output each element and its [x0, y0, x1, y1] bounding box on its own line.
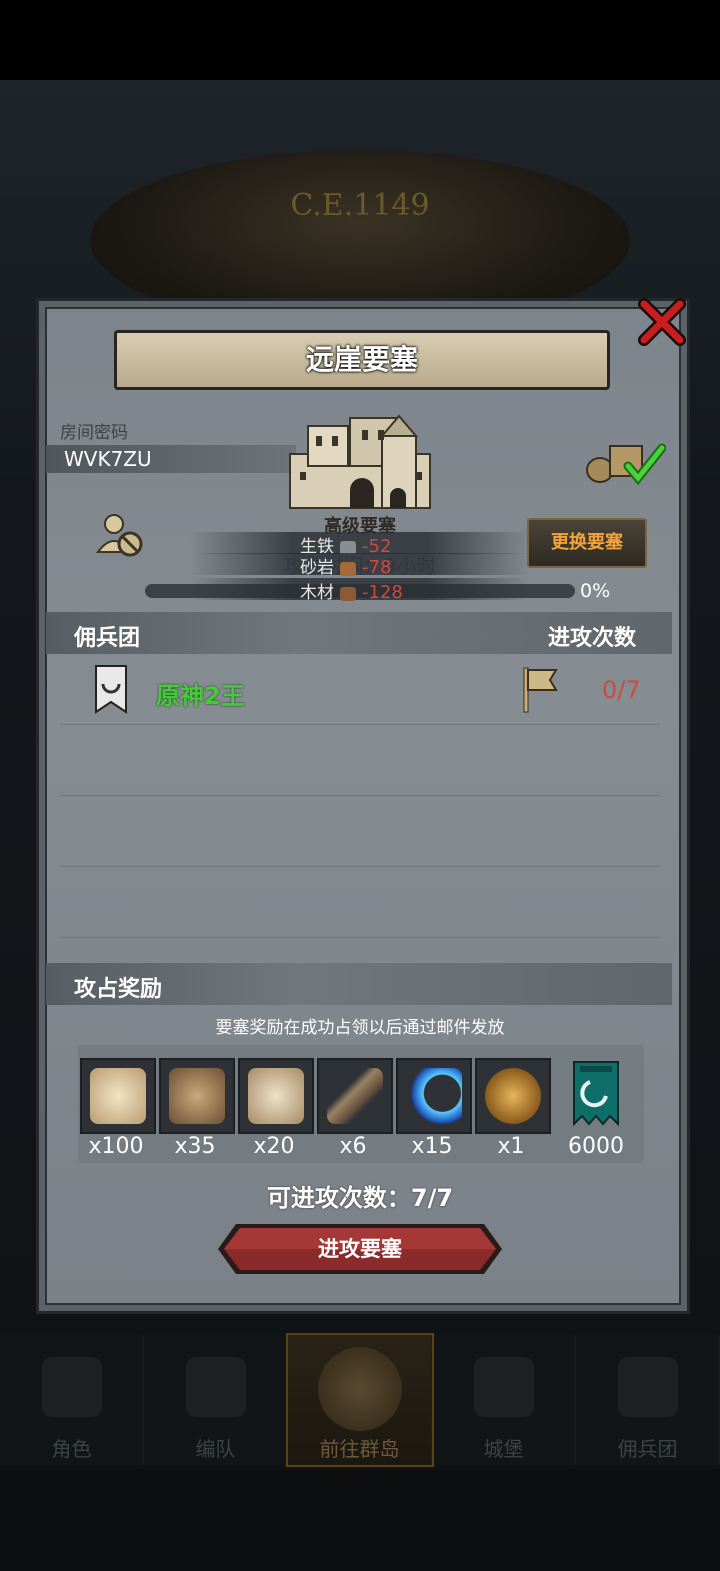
attack-count-label: 进攻次数 [548, 626, 637, 651]
teal-banner-icon [573, 1061, 619, 1127]
knight-icon [41, 1357, 102, 1417]
guild-name[interactable]: 原神2王 [156, 676, 245, 711]
cost-value: -78 [362, 557, 392, 578]
fur-pelt-icon [90, 1068, 146, 1124]
bottom-strip [0, 1470, 720, 1571]
reward-qty: x20 [253, 1134, 295, 1159]
sandstone-icon [340, 561, 356, 576]
status-bar-area [0, 0, 720, 80]
progress-percent: 0% [580, 580, 611, 602]
change-fortress-button[interactable]: 更换要塞 [527, 518, 647, 568]
reward-qty: x6 [339, 1134, 367, 1159]
castle-icon [473, 1357, 534, 1417]
close-x-icon [638, 298, 686, 346]
close-button[interactable] [636, 296, 688, 348]
shell-icon [248, 1068, 304, 1124]
nav-label: 角色 [51, 1437, 92, 1461]
mercenary-icon [617, 1357, 678, 1417]
nav-label: 佣兵团 [617, 1437, 678, 1461]
nav-item-role[interactable]: 角色 [0, 1335, 144, 1465]
attack-fortress-label[interactable]: 进攻要塞 [216, 1222, 504, 1276]
cost-name: 木材 [300, 583, 334, 603]
reward-qty: x100 [88, 1134, 144, 1159]
bottom-nav: 角色 编队 前往群岛 城堡 佣兵团 [0, 1333, 720, 1467]
row-divider [60, 724, 660, 725]
reward-qty: 6000 [568, 1134, 624, 1159]
row-divider [60, 795, 660, 796]
reward-label: 攻占奖励 [74, 977, 163, 1002]
fortress-image [289, 414, 431, 509]
nav-item-mercenary[interactable]: 佣兵团 [576, 1335, 720, 1465]
compass-icon [317, 1347, 402, 1431]
reward-note: 要塞奖励在成功占领以后通过邮件发放 [215, 1018, 505, 1038]
reward-item[interactable] [80, 1058, 156, 1134]
reward-item[interactable] [475, 1058, 551, 1134]
gold-helmet-coin-icon [485, 1068, 541, 1124]
reward-qty: x35 [174, 1134, 216, 1159]
supply-bag-icon[interactable] [584, 436, 666, 486]
reward-qty: x1 [497, 1134, 525, 1159]
guild-attack-count: 0/7 [602, 676, 641, 704]
dialog-title: 远崖要塞 [114, 330, 610, 390]
cost-row: 木材 -128 [190, 578, 530, 603]
nav-item-formation[interactable]: 编队 [144, 1335, 288, 1465]
attack-attempts: 可进攻次数：7/7 [266, 1184, 454, 1212]
claw-icon [169, 1068, 225, 1124]
era-label: C.E.1149 [290, 188, 430, 223]
cost-value: -128 [362, 582, 403, 603]
room-password-label: 房间密码 [60, 423, 128, 443]
helmet-icon [185, 1357, 246, 1417]
guild-emblem-icon [95, 665, 127, 714]
row-divider [60, 937, 660, 938]
reward-item[interactable] [560, 1058, 632, 1130]
cost-row: 砂岩 -78 [190, 553, 530, 578]
reward-item[interactable] [317, 1058, 393, 1134]
reward-item[interactable] [396, 1058, 472, 1134]
mercenary-label: 佣兵团 [74, 626, 141, 651]
wood-icon [340, 586, 356, 601]
cost-name: 砂岩 [300, 558, 334, 578]
reward-qty: x15 [411, 1134, 453, 1159]
nav-label: 编队 [195, 1437, 236, 1461]
horn-icon [327, 1068, 383, 1124]
nav-item-castle[interactable]: 城堡 [432, 1335, 576, 1465]
row-divider [60, 866, 660, 867]
nav-label: 前往群岛 [319, 1437, 400, 1461]
flag-icon [523, 667, 558, 713]
room-code: WVK7ZU [64, 447, 152, 471]
reward-item[interactable] [238, 1058, 314, 1134]
blue-crescent-icon [406, 1068, 462, 1124]
reward-item[interactable] [159, 1058, 235, 1134]
nav-item-islands[interactable]: 前往群岛 [286, 1333, 434, 1467]
nav-label: 城堡 [483, 1437, 524, 1461]
